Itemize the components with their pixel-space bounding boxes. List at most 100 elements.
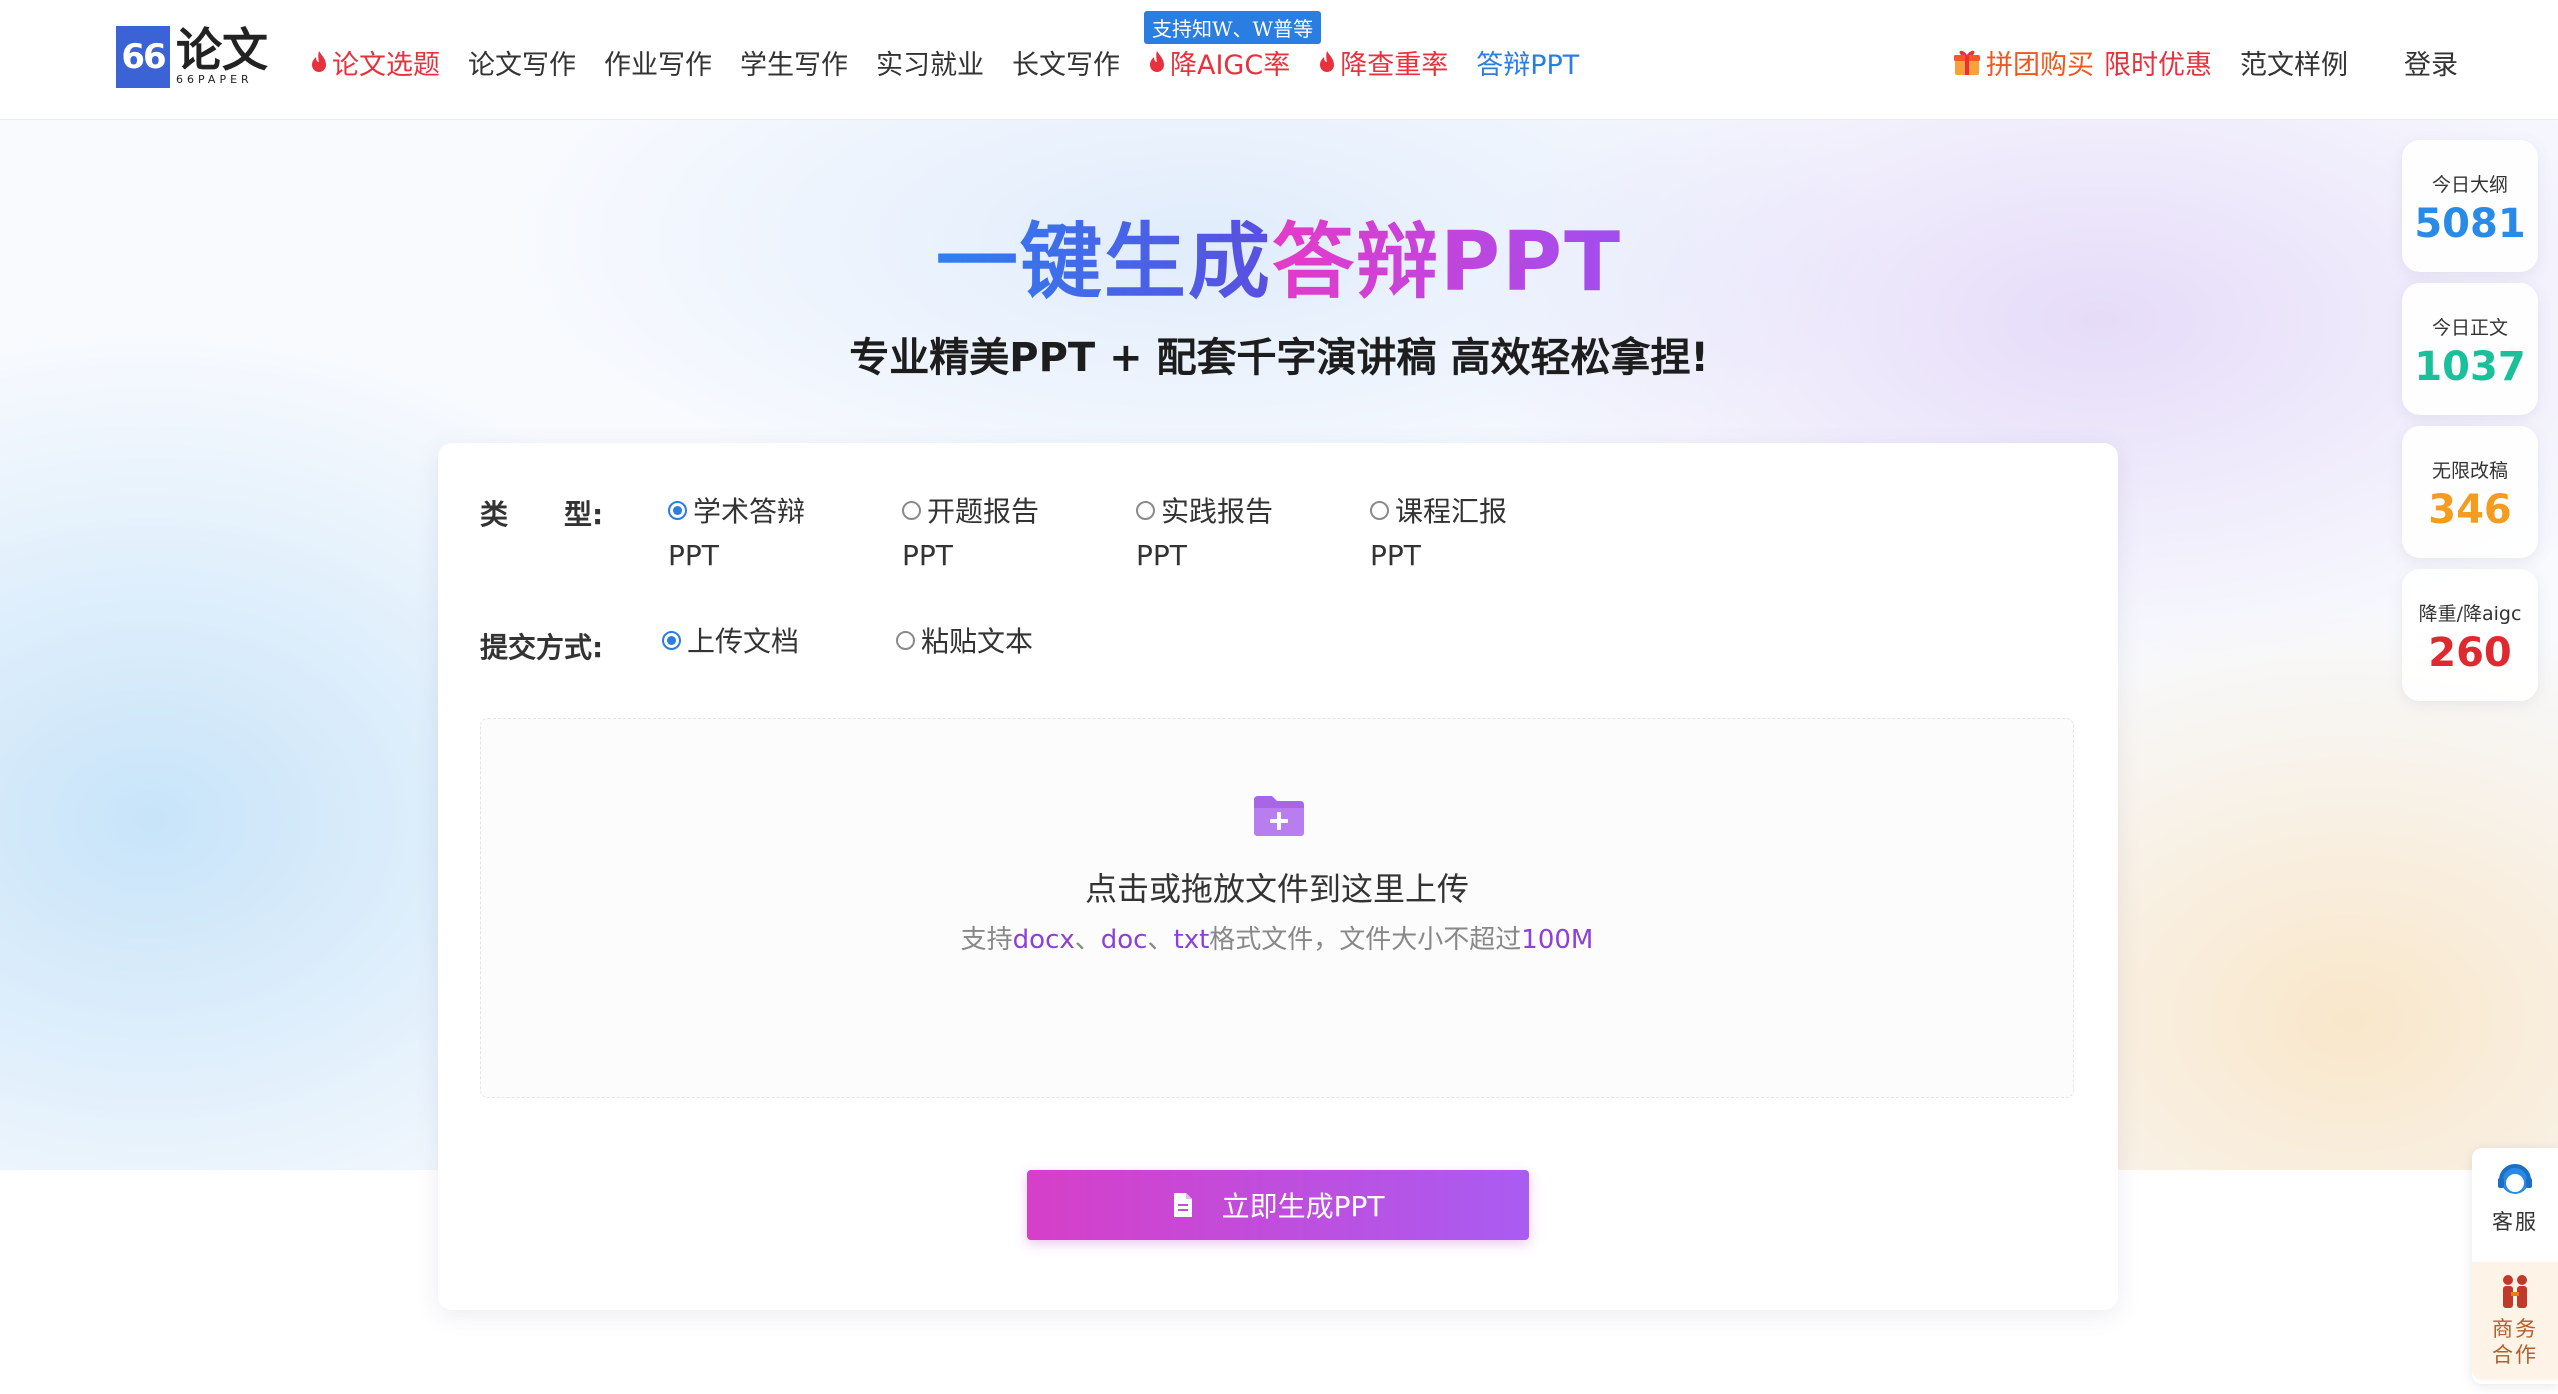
nav-badge: 支持知W、W普等 (1144, 10, 1322, 44)
submit-mode-upload[interactable]: 上传文档 (662, 620, 799, 664)
dropzone-title: 点击或拖放文件到这里上传 (1084, 870, 1469, 908)
handshake-icon (2503, 1275, 2527, 1308)
submit-mode-paste[interactable]: 粘贴文本 (896, 620, 1033, 664)
submit-mode-label: 提交方式: (480, 631, 604, 664)
customer-service-button[interactable]: 客服 (2472, 1158, 2558, 1236)
stat-label: 降重/降aigc (2418, 603, 2522, 625)
type-option-practice-report[interactable]: 实践报告 PPT (1136, 490, 1273, 578)
hero-title-part2: 答辩PPT (1271, 215, 1623, 310)
business-label-2: 合作 (2492, 1343, 2538, 1367)
business-cooperation-button[interactable]: 商务 合作 (2472, 1262, 2558, 1380)
stat-card-outline: 今日大纲 5081 (2402, 140, 2538, 272)
hint-separator: 、 (1147, 925, 1174, 955)
flame-icon (1150, 51, 1164, 72)
nav-label: 学生写作 (740, 49, 848, 81)
nav-item-internship[interactable]: 实习就业 (876, 43, 984, 82)
stat-card-body: 今日正文 1037 (2402, 283, 2538, 415)
radio-checked-icon (662, 630, 681, 650)
radio-icon (1370, 500, 1389, 520)
stat-label: 今日大纲 (2431, 174, 2508, 196)
nav-item-reduce-duplication[interactable]: 降查重率 (1318, 43, 1448, 82)
file-dropzone[interactable]: 点击或拖放文件到这里上传 支持docx、doc、txt格式文件，文件大小不超过1… (480, 718, 2074, 1098)
business-label-1: 商务 (2492, 1317, 2538, 1341)
nav-item-paper-writing[interactable]: 论文写作 (468, 43, 576, 82)
nav-label: 长文写作 (1012, 49, 1120, 81)
nav-label: 降查重率 (1340, 49, 1449, 81)
flame-icon (1320, 51, 1335, 72)
site-logo[interactable]: 66 论文 66PAPER (116, 26, 268, 88)
customer-service-label: 客服 (2492, 1210, 2538, 1234)
radio-icon (896, 630, 915, 650)
format-txt: txt (1173, 925, 1210, 955)
nav-item-reduce-aigc[interactable]: 支持知W、W普等 降AIGC率 (1144, 10, 1322, 82)
page: 66 论文 66PAPER 论文选题 论文写作 作业写作 学生写作 实习就业 长… (0, 0, 2558, 1394)
hero-title: 一键生成答辩PPT (0, 195, 2558, 314)
nav-item-student-writing[interactable]: 学生写作 (740, 43, 848, 82)
type-option-academic-defense[interactable]: 学术答辩 PPT (668, 490, 805, 578)
nav-label: 实习就业 (876, 49, 984, 81)
gift-icon (1954, 50, 1980, 75)
generate-button-label: 立即生成PPT (1221, 1190, 1385, 1223)
top-header: 66 论文 66PAPER 论文选题 论文写作 作业写作 学生写作 实习就业 长… (0, 0, 2558, 120)
stat-card-reduce: 降重/降aigc 260 (2402, 569, 2538, 701)
dropzone-hint: 支持docx、doc、txt格式文件，文件大小不超过100M (481, 919, 2073, 956)
generate-ppt-button[interactable]: 立即生成PPT (1027, 1170, 1529, 1240)
radio-checked-icon (668, 500, 687, 520)
nav-label: 作业写作 (604, 49, 712, 81)
hero-subtitle: 专业精美PPT + 配套千字演讲稿 高效轻松拿捏! (849, 335, 1709, 381)
group-buy-promo[interactable]: 拼团购买 限时优惠 (1952, 43, 2212, 82)
hint-separator: 、 (1074, 925, 1101, 955)
hint-text: 支持 (960, 925, 1013, 955)
option-label: 实践报告 (1161, 495, 1274, 528)
radio-icon (1136, 500, 1155, 520)
option-label-2: PPT (1136, 539, 1187, 572)
type-option-proposal-report[interactable]: 开题报告 PPT (902, 490, 1039, 578)
header-actions: 拼团购买 限时优惠 范文样例 登录 (1952, 40, 2458, 84)
nav-label: 降AIGC率 (1170, 49, 1291, 81)
hint-text: 格式文件，文件大小不超过 (1209, 925, 1522, 955)
option-label: 上传文档 (687, 625, 800, 658)
option-label-2: PPT (668, 539, 719, 572)
nav-label: 答辩PPT (1476, 49, 1580, 81)
option-label-2: PPT (1370, 539, 1421, 572)
promo-sub: 限时优惠 (2104, 49, 2212, 81)
logo-mark: 66 (116, 26, 170, 88)
stat-value: 1037 (2414, 344, 2526, 390)
hero-title-part1: 一键生成 (935, 215, 1272, 310)
stat-value: 260 (2428, 630, 2512, 676)
nav-item-homework-writing[interactable]: 作业写作 (604, 43, 712, 82)
stat-value: 346 (2428, 487, 2512, 533)
radio-icon (902, 500, 921, 520)
generate-form-card: 类 型: 学术答辩 PPT 开题报告 PPT 实践报告 PPT 课程汇报 PPT… (438, 443, 2118, 1310)
logo-subtitle: 66PAPER (176, 73, 253, 86)
stat-label: 无限改稿 (2431, 460, 2508, 482)
folder-add-icon (1254, 796, 1304, 836)
option-label: 开题报告 (927, 495, 1040, 528)
stat-label: 今日正文 (2431, 317, 2508, 339)
stat-value: 5081 (2414, 201, 2526, 247)
document-icon (1173, 1193, 1192, 1217)
option-label: 课程汇报 (1395, 495, 1508, 528)
logo-name: 论文 (176, 23, 268, 77)
nav-label: 论文选题 (332, 49, 440, 81)
login-link[interactable]: 登录 (2404, 43, 2458, 82)
nav-item-defense-ppt[interactable]: 答辩PPT (1476, 43, 1579, 82)
option-label: 粘贴文本 (921, 625, 1034, 658)
option-label-2: PPT (902, 539, 953, 572)
nav-item-topic[interactable]: 论文选题 (310, 43, 440, 82)
stat-card-revisions: 无限改稿 346 (2402, 426, 2538, 558)
samples-link[interactable]: 范文样例 (2240, 43, 2348, 82)
nav-label: 论文写作 (468, 49, 576, 81)
option-label: 学术答辩 (693, 495, 806, 528)
format-doc: doc (1100, 925, 1148, 955)
headset-icon (2498, 1164, 2532, 1194)
type-option-course-report[interactable]: 课程汇报 PPT (1370, 490, 1507, 578)
promo-main: 拼团购买 (1986, 49, 2094, 81)
nav-item-long-writing[interactable]: 长文写作 (1012, 43, 1120, 82)
service-widget: 客服 商务 合作 (2472, 1148, 2558, 1384)
format-docx: docx (1012, 925, 1075, 955)
type-label: 类 型: (480, 498, 604, 531)
max-size: 100M (1521, 925, 1594, 955)
flame-icon (312, 51, 326, 72)
main-nav: 论文选题 论文写作 作业写作 学生写作 实习就业 长文写作 支持知W、W普等 降… (310, 10, 1607, 84)
